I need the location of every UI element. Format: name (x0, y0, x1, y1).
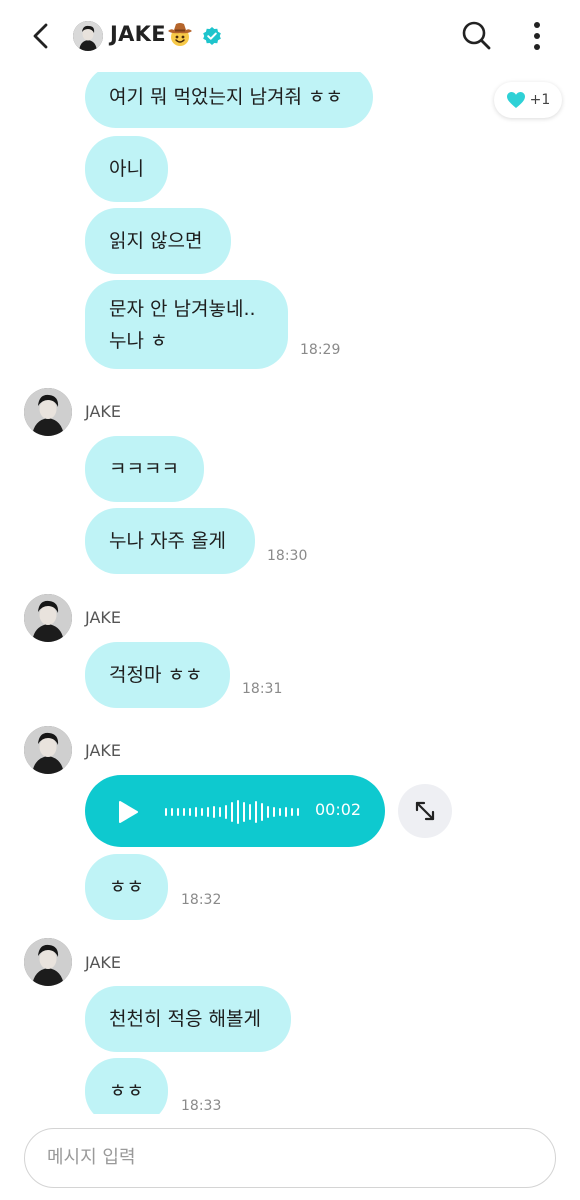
expand-icon (415, 801, 435, 821)
cowboy-face-emoji-icon (168, 23, 192, 46)
message-text: 천천히 적응 해볼게 (109, 1008, 261, 1030)
chat-history[interactable]: 여기 뭐 먹었는지 남겨줘 ㅎㅎ 아니 읽지 않으면 문자 안 남겨놓네.. 누… (0, 72, 580, 1114)
more-options-icon[interactable] (522, 18, 552, 54)
message-timestamp: 18:30 (267, 548, 308, 564)
message-bubble[interactable]: 천천히 적응 해볼게 (85, 986, 291, 1052)
sender-name: JAKE (85, 608, 121, 627)
header-avatar[interactable] (73, 21, 103, 51)
message-bubble[interactable]: ㅋㅋㅋㅋ (85, 436, 204, 502)
message-bubble[interactable]: 여기 뭐 먹었는지 남겨줘 ㅎㅎ (85, 72, 373, 128)
contact-name: JAKE (110, 22, 166, 46)
message-timestamp: 18:31 (242, 681, 283, 697)
message-bubble[interactable]: 걱정마 ㅎㅎ (85, 642, 230, 708)
message-bubble[interactable]: 아니 (85, 136, 168, 202)
voice-message[interactable]: 00:02 (85, 775, 385, 847)
waveform-icon (165, 800, 299, 824)
message-text: 읽지 않으면 (109, 230, 203, 252)
message-timestamp: 18:33 (181, 1098, 222, 1114)
reaction-badge[interactable]: +1 (494, 82, 562, 118)
sender-name: JAKE (85, 741, 121, 760)
expand-button[interactable] (398, 784, 452, 838)
message-bubble[interactable]: ㅎㅎ (85, 854, 168, 920)
message-text: ㅋㅋㅋㅋ (109, 458, 179, 480)
sender-avatar[interactable] (24, 594, 72, 642)
sender-avatar[interactable] (24, 938, 72, 986)
message-text: 아니 (109, 158, 144, 180)
search-icon[interactable] (458, 18, 494, 54)
message-composer[interactable] (24, 1128, 556, 1188)
heart-icon (506, 92, 525, 108)
message-timestamp: 18:29 (300, 342, 341, 358)
sender-avatar[interactable] (24, 726, 72, 774)
sender-name: JAKE (85, 953, 121, 972)
back-arrow-icon[interactable] (26, 20, 58, 52)
message-bubble[interactable]: 누나 자주 올게 (85, 508, 255, 574)
message-text: 여기 뭐 먹었는지 남겨줘 ㅎㅎ (109, 86, 343, 108)
message-input[interactable] (47, 1129, 527, 1186)
message-bubble[interactable]: 문자 안 남겨놓네.. 누나 ㅎ (85, 280, 288, 369)
voice-duration: 00:02 (315, 800, 362, 819)
play-icon[interactable] (117, 800, 139, 824)
message-timestamp: 18:32 (181, 892, 222, 908)
message-text: 문자 안 남겨놓네.. 누나 ㅎ (109, 297, 256, 352)
message-bubble[interactable]: 읽지 않으면 (85, 208, 231, 274)
message-text: ㅎㅎ (109, 1080, 144, 1102)
message-text: 누나 자주 올게 (109, 530, 226, 552)
message-text: ㅎㅎ (109, 876, 144, 898)
sender-name: JAKE (85, 402, 121, 421)
reaction-count: +1 (529, 92, 551, 108)
verified-badge-icon (203, 27, 221, 45)
message-bubble[interactable]: ㅎㅎ (85, 1058, 168, 1114)
chat-header: JAKE (0, 0, 580, 72)
sender-avatar[interactable] (24, 388, 72, 436)
message-text: 걱정마 ㅎㅎ (109, 664, 203, 686)
